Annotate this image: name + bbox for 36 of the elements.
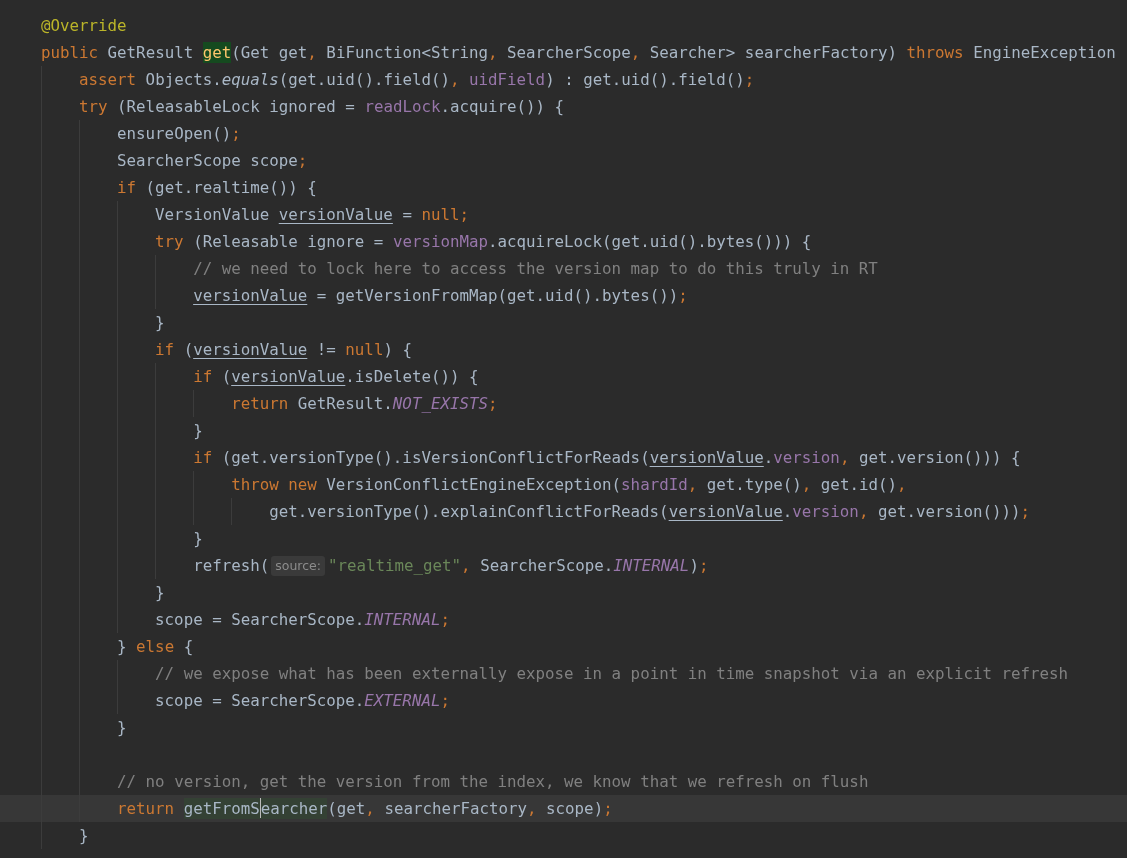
code-text: throw new VersionConflictEngineException(shardId, get.type(), get.id(),	[231, 474, 907, 496]
code-text: try (Releasable ignore = versionMap.acquireLock(get.uid().bytes())) {	[155, 231, 812, 253]
code-text: (get, searcherFactory, scope);	[327, 798, 613, 820]
code-text: @Override	[41, 15, 127, 37]
code-text: SearcherScope scope;	[117, 150, 308, 172]
code-text: }	[117, 717, 127, 739]
code-text: }	[79, 825, 89, 847]
code-text: }	[193, 420, 203, 442]
code-text: public GetResult	[41, 42, 195, 64]
code-text: // we expose what has been externally expose in a point in time snapshot via an explicit refresh	[155, 663, 1069, 685]
code-text: if (get.versionType().isVersionConflictForReads(versionValue.version, get.version())) {	[193, 447, 1021, 469]
code-text: get.versionType().explainConflictForReads(versionValue.version, get.version()));	[269, 501, 1031, 523]
code-text: }	[155, 582, 165, 604]
code-text: ensureOpen();	[117, 123, 241, 145]
code-text: }	[155, 312, 165, 334]
code-text: // no version, get the version from the index, we know that we refresh on flush	[117, 771, 869, 793]
code-text: }	[193, 528, 203, 550]
code-text: VersionValue versionValue = null;	[155, 204, 469, 226]
code-text: scope = SearcherScope.EXTERNAL;	[155, 690, 450, 712]
code-text: if (get.realtime()) {	[117, 177, 317, 199]
code-text: (Get get, BiFunction<String, SearcherScope, Searcher> searcherFactory) throws EngineException	[231, 42, 1116, 64]
code-text: } else {	[117, 636, 194, 658]
code-text: versionValue = getVersionFromMap(get.uid().bytes());	[193, 285, 688, 307]
code-text: if (versionValue.isDelete()) {	[193, 366, 479, 388]
code-text: return	[117, 798, 176, 820]
code-text: // we need to lock here to access the version map to do this truly in RT	[193, 258, 878, 280]
code-text: refresh(	[193, 555, 270, 577]
code-text: scope = SearcherScope.INTERNAL;	[155, 609, 450, 631]
code-text: try (ReleasableLock ignored = readLock.acquire()) {	[79, 96, 565, 118]
code-text: if (versionValue != null) {	[155, 339, 412, 361]
code-text: assert Objects.equals(get.uid().field(), uidField) : get.uid().field();	[79, 69, 755, 91]
highlighted-identifier: getFromSearcher	[183, 795, 328, 822]
code-text: "realtime_get", SearcherScope.INTERNAL);	[327, 555, 709, 577]
inlay-hint: source:	[271, 555, 325, 576]
highlighted-identifier: get	[202, 39, 232, 66]
code-text: return GetResult.NOT_EXISTS;	[231, 393, 498, 415]
